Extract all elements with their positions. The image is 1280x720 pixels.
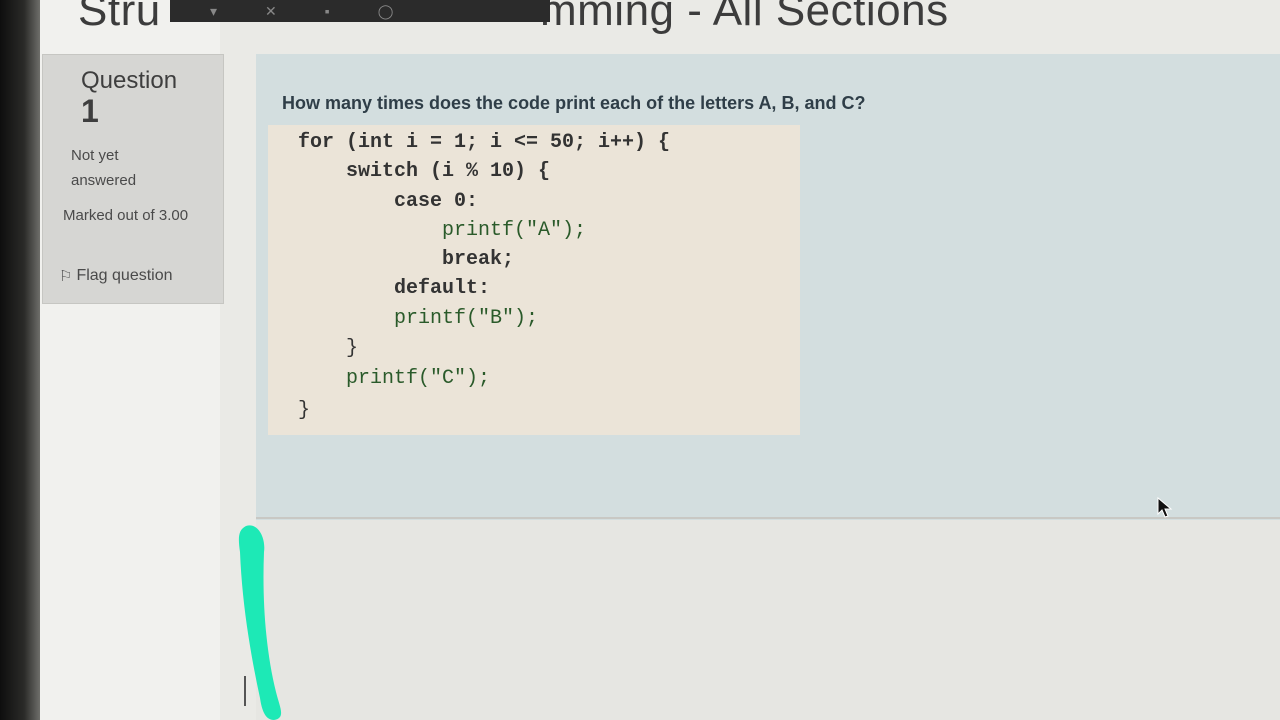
camera-icon[interactable]: ▾ [210,3,217,20]
question-state: Not yet answered [71,147,137,189]
code-line: } [298,399,310,422]
code-line: printf("A"); [298,219,586,242]
question-number: 1 [81,93,99,129]
screen: Stru mming - All Sections ▾ ✕ ▪ ◯ Questi… [0,0,1280,720]
code-line-text: default: [298,277,491,300]
code-line: break; [298,248,514,271]
code-line: switch (i % 10) { [298,160,550,183]
meeting-toolbar: ▾ ✕ ▪ ◯ [170,0,550,22]
monitor-bezel [0,0,40,720]
code-block: for (int i = 1; i <= 50; i++) { switch (… [268,125,800,435]
code-line-text: case 0: [298,190,479,213]
code-line-text: } [298,337,359,360]
code-line-text: printf("B"); [298,307,539,330]
code-line-text: break; [298,248,515,271]
code-line: } [298,337,358,360]
page-heading-start: Stru [78,0,161,35]
question-label: Question [81,67,178,94]
code-line: printf("B"); [298,307,538,330]
share-icon[interactable]: ◯ [378,3,394,20]
code-line-text: printf("A"); [298,219,587,242]
code-line: printf("C"); [298,367,490,390]
mic-off-icon[interactable]: ✕ [265,3,277,20]
code-line-text: switch (i % 10) { [298,160,551,183]
page-heading-end: mming - All Sections [540,0,949,35]
highlighter-stroke [238,525,282,720]
mouse-pointer-icon [1157,496,1173,518]
answer-area[interactable] [256,520,1280,720]
code-line-text: } [298,399,311,422]
code-line-text: for (int i = 1; i <= 50; i++) { [298,131,671,154]
code-line: case 0: [298,190,478,213]
question-text: How many times does the code print each … [282,93,866,113]
question-grade: Marked out of 3.00 [63,207,189,224]
flag-icon: ⚐ [59,268,73,285]
chat-icon[interactable]: ▪ [325,3,330,19]
flag-question-label: Flag question [76,267,173,284]
flag-question-link[interactable]: ⚐ Flag question [59,267,173,285]
code-line: default: [298,277,490,300]
question-info-box: Question 1 Not yet answered Marked out o… [42,54,224,304]
code-line: for (int i = 1; i <= 50; i++) { [298,131,670,154]
section-divider [256,517,1280,519]
code-line-text: printf("C"); [298,367,491,390]
